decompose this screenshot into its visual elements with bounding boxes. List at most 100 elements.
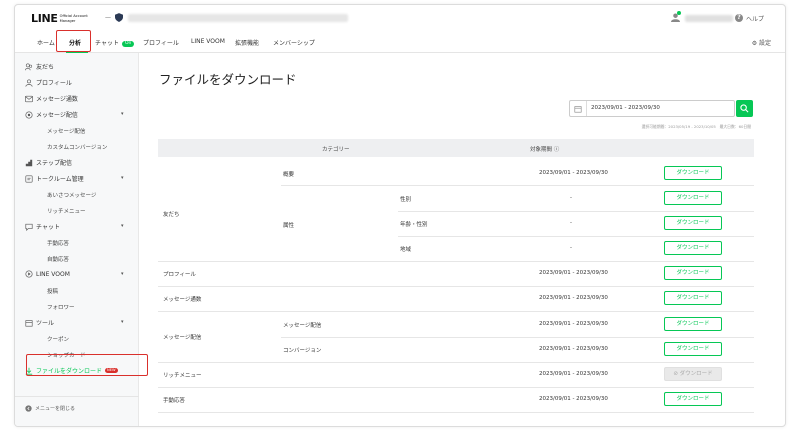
sidebar-divider	[15, 396, 139, 397]
logo-subtext: Official Account Manager	[59, 14, 88, 23]
row-overview-period: 2023/09/01 - 2023/09/30	[539, 170, 608, 176]
tab-profile[interactable]: プロフィール	[143, 38, 179, 47]
sidebar-subitem-custom-conversion[interactable]: カスタムコンバージョン	[47, 143, 107, 151]
sidebar-item-tools[interactable]: ツール	[25, 318, 54, 327]
account-name-redacted[interactable]	[128, 14, 348, 22]
row-message-delivery-group-label: メッセージ配信	[163, 335, 202, 341]
tab-membership[interactable]: メンバーシップ	[273, 38, 315, 47]
header-period: 対象期間 ⓘ	[530, 145, 559, 153]
chevron-down-icon[interactable]: ▾	[121, 271, 124, 277]
date-range-input[interactable]: 2023/09/01 - 2023/09/30	[569, 100, 735, 117]
sidebar-item-label: プロフィール	[36, 80, 72, 87]
tab-chat[interactable]: チャット On	[95, 38, 135, 47]
sidebar-subitem-message-delivery[interactable]: メッセージ配信	[47, 127, 85, 135]
chevron-down-icon[interactable]: ▾	[121, 319, 124, 325]
info-icon[interactable]: ⓘ	[554, 147, 560, 153]
calendar-icon	[574, 106, 582, 113]
sidebar-item-profile[interactable]: プロフィール	[25, 78, 72, 87]
download-button-message-delivery[interactable]: ダウンロード	[664, 317, 722, 331]
date-range-value: 2023/09/01 - 2023/09/30	[591, 105, 660, 111]
main-nav: ホーム 分析 チャット On プロフィール LINE VOOM 拡張機能 メンバー…	[15, 33, 785, 53]
sidebar-item-label: チャット	[36, 224, 60, 231]
sidebar-item-chat[interactable]: チャット	[25, 222, 60, 231]
row-divider	[281, 337, 754, 338]
profile-icon	[25, 78, 33, 87]
row-divider	[398, 236, 754, 237]
lock-icon: ⊘	[673, 371, 678, 377]
download-button-age-gender[interactable]: ダウンロード	[664, 216, 722, 230]
row-conversion-label: コンバージョン	[283, 348, 322, 354]
message-count-icon	[25, 95, 33, 102]
row-divider	[158, 362, 754, 363]
sidebar-item-message-delivery[interactable]: メッセージ配信	[25, 110, 78, 119]
row-age-gender-period: -	[570, 220, 572, 226]
help-icon[interactable]: ?	[735, 14, 743, 22]
date-range-note: 選択可能期間：2023/05/19 - 2023/10/05 最大日数：60日間	[641, 124, 751, 129]
tab-line-voom[interactable]: LINE VOOM	[191, 38, 225, 45]
download-button-manual-reply[interactable]: ダウンロード	[664, 392, 722, 406]
step-icon	[25, 159, 33, 166]
close-menu-label: メニューを閉じる	[35, 406, 76, 412]
sidebar-item-label: LINE VOOM	[36, 270, 70, 278]
table-header: カテゴリー 対象期間 ⓘ	[158, 139, 754, 157]
sidebar-item-message-count[interactable]: メッセージ通数	[25, 94, 78, 103]
friends-icon	[25, 62, 33, 70]
account-separator: —	[105, 14, 111, 21]
talkroom-icon	[25, 174, 33, 183]
row-message-count-period: 2023/09/01 - 2023/09/30	[539, 295, 608, 301]
row-region-label: 地域	[400, 247, 412, 253]
sidebar-subitem-rich-menu[interactable]: リッチメニュー	[47, 207, 86, 215]
sidebar-item-friends[interactable]: 友だち	[25, 62, 54, 71]
sidebar-subitem-posts[interactable]: 投稿	[47, 287, 58, 295]
download-button-conversion[interactable]: ダウンロード	[664, 342, 722, 356]
settings-link[interactable]: ⚙ 設定	[752, 38, 771, 47]
row-gender-period: -	[570, 195, 572, 201]
header-period-label: 対象期間	[530, 147, 553, 153]
chevron-down-icon[interactable]: ▾	[121, 175, 124, 181]
header-category: カテゴリー	[322, 147, 350, 153]
tab-home[interactable]: ホーム	[37, 38, 55, 47]
sidebar-item-step-delivery[interactable]: ステップ配信	[25, 158, 72, 167]
download-button-message-count[interactable]: ダウンロード	[664, 291, 722, 305]
collapse-icon	[25, 405, 32, 412]
chevron-down-icon[interactable]: ▾	[121, 111, 124, 117]
tool-icon	[25, 319, 33, 327]
sidebar-item-label: メッセージ通数	[36, 96, 78, 103]
top-bar: LINE Official Account Manager — ? ヘルプ	[15, 5, 785, 31]
row-attribute-label: 属性	[283, 223, 295, 229]
download-button-gender[interactable]: ダウンロード	[664, 191, 722, 205]
user-name-redacted[interactable]	[685, 15, 733, 22]
close-menu-button[interactable]: メニューを閉じる	[25, 405, 75, 412]
download-button-overview[interactable]: ダウンロード	[664, 166, 722, 180]
row-divider	[158, 412, 754, 413]
chevron-down-icon[interactable]: ▾	[121, 223, 124, 229]
sidebar-subitem-manual-reply[interactable]: 手動応答	[47, 239, 69, 247]
search-button[interactable]	[736, 100, 753, 117]
sidebar-item-label: メッセージ配信	[36, 112, 78, 119]
online-indicator	[677, 11, 681, 15]
sidebar-item-label: ツール	[36, 320, 55, 327]
row-friends-label: 友だち	[163, 212, 180, 218]
row-rich-menu-period: 2023/09/01 - 2023/09/30	[539, 371, 608, 377]
row-divider	[398, 211, 754, 212]
sidebar-subitem-coupon[interactable]: クーポン	[47, 335, 69, 343]
row-message-delivery-period: 2023/09/01 - 2023/09/30	[539, 321, 608, 327]
download-button-profile[interactable]: ダウンロード	[664, 266, 722, 280]
sidebar-item-line-voom[interactable]: LINE VOOM	[25, 270, 70, 278]
sidebar-subitem-greeting[interactable]: あいさつメッセージ	[47, 191, 96, 199]
chat-status-badge: On	[121, 40, 135, 47]
line-logo[interactable]: LINE Official Account Manager	[31, 12, 94, 25]
download-button-region[interactable]: ダウンロード	[664, 241, 722, 255]
help-link[interactable]: ヘルプ	[746, 14, 764, 23]
row-conversion-period: 2023/09/01 - 2023/09/30	[539, 346, 608, 352]
message-delivery-icon	[25, 110, 33, 119]
sidebar-item-talkroom[interactable]: トークルーム管理	[25, 174, 84, 183]
sidebar-subitem-auto-reply[interactable]: 自動応答	[47, 255, 69, 263]
page-title: ファイルをダウンロード	[159, 72, 297, 87]
row-age-gender-label: 年齢・性別	[400, 222, 428, 228]
search-icon	[740, 104, 749, 113]
sidebar-subitem-followers[interactable]: フォロワー	[47, 303, 75, 311]
row-divider	[158, 286, 754, 287]
tab-extensions[interactable]: 拡張機能	[235, 38, 259, 47]
row-divider	[281, 185, 754, 186]
